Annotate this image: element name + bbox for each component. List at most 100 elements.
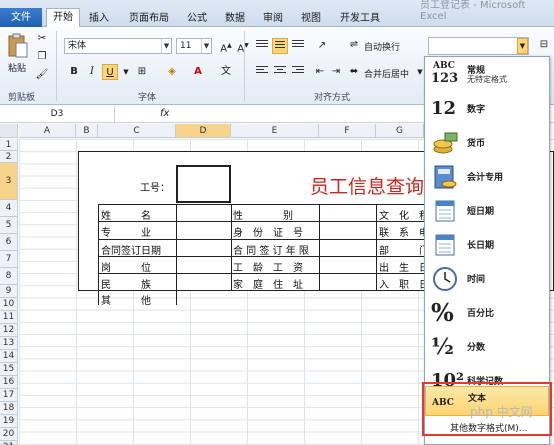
merge-center-icon[interactable]: ⬌ [346,64,362,80]
merge-center-button[interactable]: 合并后居中 [364,67,409,80]
phonetic-icon[interactable]: 文 [218,64,234,80]
alignment-group-label: 对齐方式 [314,93,351,103]
row-header[interactable]: 4 [0,200,18,217]
copy-icon[interactable]: ❐ [34,49,50,65]
font-size-select[interactable]: 11 ▼ [176,38,212,54]
column-header[interactable]: D [176,124,231,138]
select-all-corner[interactable] [0,124,18,138]
tab-formulas[interactable]: 公式 [182,10,212,27]
row-header[interactable]: 18 [0,402,18,415]
menu-item-time[interactable]: 时间 [425,263,549,295]
row-header[interactable]: 13 [0,337,18,350]
column-header[interactable]: E [231,124,319,138]
menu-item-currency[interactable]: 货币 [425,127,549,159]
decrease-indent-icon[interactable]: ⇤ [312,64,328,80]
font-group-label: 字体 [138,93,157,103]
row-header[interactable]: 3 [0,163,18,200]
row-header[interactable]: 6 [0,234,18,251]
active-cell-d3[interactable] [176,165,231,203]
underline-button[interactable]: U [102,64,118,80]
borders-icon[interactable]: ⊞ [134,64,150,80]
italic-button[interactable]: I [84,64,100,80]
row-header[interactable]: 16 [0,376,18,389]
increase-indent-icon[interactable]: ⇥ [328,64,344,80]
row-header[interactable]: 9 [0,285,18,298]
chevron-down-icon[interactable]: ▼ [118,64,134,80]
more-number-formats-link[interactable]: 其他数字格式(M)... [450,421,527,434]
shrink-font-icon[interactable]: A▼ [235,38,251,54]
tab-insert[interactable]: 插入 [84,10,114,27]
bold-button[interactable]: B [66,64,82,80]
row-header[interactable]: 12 [0,324,18,337]
tab-page-layout[interactable]: 页面布局 [122,10,176,27]
row-header[interactable]: 14 [0,350,18,363]
general-format-icon: ABC 123 [431,61,459,86]
column-header[interactable]: F [319,124,376,138]
row-header[interactable]: 7 [0,251,18,268]
table-cell: 身 份 证 号 [233,228,303,239]
fill-color-icon[interactable]: ◈ [164,64,180,80]
insert-cells-icon[interactable]: ⊟ [536,37,552,53]
menu-item-general[interactable]: ABC 123 常规 无特定格式 [425,59,549,91]
align-top-icon[interactable] [254,38,270,54]
row-header[interactable]: 15 [0,363,18,376]
menu-item-fraction[interactable]: ½ 分数 [425,331,549,363]
row-header[interactable]: 21 [0,441,18,445]
watermark: php 中文网 [470,405,533,419]
tab-review[interactable]: 审阅 [258,10,288,27]
align-center-icon[interactable] [272,64,288,80]
row-header[interactable]: 17 [0,389,18,402]
emp-id-label: 工号： [140,183,170,194]
font-color-icon[interactable]: A [190,64,206,80]
row-header[interactable]: 11 [0,311,18,324]
row-header[interactable]: 10 [0,298,18,311]
menu-item-short-date[interactable]: 短日期 [425,195,549,227]
grow-font-icon[interactable]: A▲ [218,38,234,54]
wrap-text-button[interactable]: 自动换行 [364,40,400,53]
clipboard-group-label: 剪贴板 [8,93,36,103]
table-cell: 联 系 电 [379,228,429,239]
column-header[interactable]: C [98,124,176,138]
number-format-icon: 12 [431,98,457,119]
number-format-dropdown-button[interactable]: ▼ [517,38,528,54]
tab-home[interactable]: 开始 [46,8,80,28]
align-bottom-icon[interactable] [290,38,306,54]
row-header[interactable]: 5 [0,217,18,234]
align-middle-icon[interactable] [272,38,288,54]
row-header[interactable]: 20 [0,428,18,441]
number-format-input[interactable] [428,37,529,55]
menu-item-long-date[interactable]: 长日期 [425,229,549,261]
align-left-icon[interactable] [254,64,270,80]
column-header[interactable]: B [76,124,98,138]
menu-item-accounting[interactable]: 会计专用 [425,161,549,193]
orientation-icon[interactable]: ↗ [314,38,330,54]
tab-file[interactable]: 文件 [0,8,42,27]
table-cell: 家 庭 住 址 [233,280,303,291]
tab-developer[interactable]: 开发工具 [336,10,384,27]
name-box[interactable]: D3 [0,106,115,123]
cut-icon[interactable]: ✂ [34,31,50,47]
fx-icon[interactable]: fx [160,106,169,122]
tab-view[interactable]: 视图 [296,10,326,27]
menu-item-number[interactable]: 12 数字 [425,93,549,125]
table-cell: 部 门 [379,246,429,257]
formula-input[interactable] [178,107,418,122]
row-header[interactable]: 1 [0,139,18,151]
row-header[interactable]: 8 [0,268,18,285]
format-painter-icon[interactable]: 🖌 [34,67,50,83]
tab-data[interactable]: 数据 [220,10,250,27]
divider [56,31,57,101]
align-right-icon[interactable] [290,64,306,80]
paste-button[interactable]: 粘贴 [6,31,30,79]
row-header[interactable]: 19 [0,415,18,428]
table-cell: 专 业 [101,228,151,239]
table-line [231,204,232,290]
menu-item-percentage[interactable]: % 百分比 [425,297,549,329]
row-header[interactable]: 2 [0,151,18,163]
font-name-select[interactable]: 宋体 ▼ [64,38,172,54]
wrap-text-icon[interactable]: ⇌ [346,37,362,53]
table-line [319,204,320,290]
column-header[interactable]: A [19,124,76,138]
column-header[interactable]: G [376,124,424,138]
table-cell: 岗 位 [101,263,151,274]
